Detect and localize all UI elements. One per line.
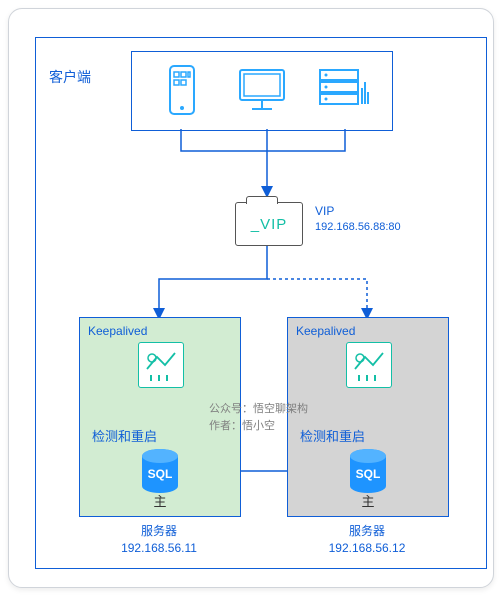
primary-ip: 192.168.56.11 (121, 541, 197, 555)
keepalived-label-standby: Keepalived (296, 324, 355, 338)
mobile-icon (154, 62, 210, 118)
vip-address: 192.168.56.88:80 (315, 221, 401, 233)
server-rack-icon (314, 62, 370, 118)
sql-database-icon-primary: SQL (138, 448, 182, 494)
check-restart-label-primary: 检测和重启 (92, 426, 157, 445)
client-label: 客户端 (49, 67, 91, 87)
vip-node: _VIP (235, 202, 303, 246)
monitor-icon-primary (138, 342, 184, 388)
server-label: 服务器 (141, 524, 177, 538)
desktop-icon (234, 62, 290, 118)
standby-ip: 192.168.56.12 (329, 541, 406, 555)
standby-server-box: Keepalived 检测和重启 SQL 主 (287, 317, 449, 517)
monitor-icon-standby (346, 342, 392, 388)
standby-server-caption: 服务器 192.168.56.12 (287, 523, 447, 557)
clients-box (131, 51, 393, 131)
server-label: 服务器 (349, 524, 385, 538)
credit-line2: 作者：悟小空 (209, 420, 275, 432)
svg-text:SQL: SQL (356, 467, 381, 481)
master-label-standby: 主 (288, 491, 448, 510)
credit-line1: 公众号：悟空聊架构 (209, 403, 308, 415)
vip-title: VIP (315, 204, 334, 218)
credit-text: 公众号：悟空聊架构 作者：悟小空 (209, 401, 308, 434)
keepalived-label-primary: Keepalived (88, 324, 147, 338)
check-restart-label-standby: 检测和重启 (300, 426, 365, 445)
master-label-primary: 主 (80, 491, 240, 510)
svg-text:SQL: SQL (148, 467, 173, 481)
sql-database-icon-standby: SQL (346, 448, 390, 494)
vip-text: _VIP (251, 216, 288, 233)
primary-server-caption: 服务器 192.168.56.11 (79, 523, 239, 557)
diagram-card: 客户端 (8, 8, 494, 588)
